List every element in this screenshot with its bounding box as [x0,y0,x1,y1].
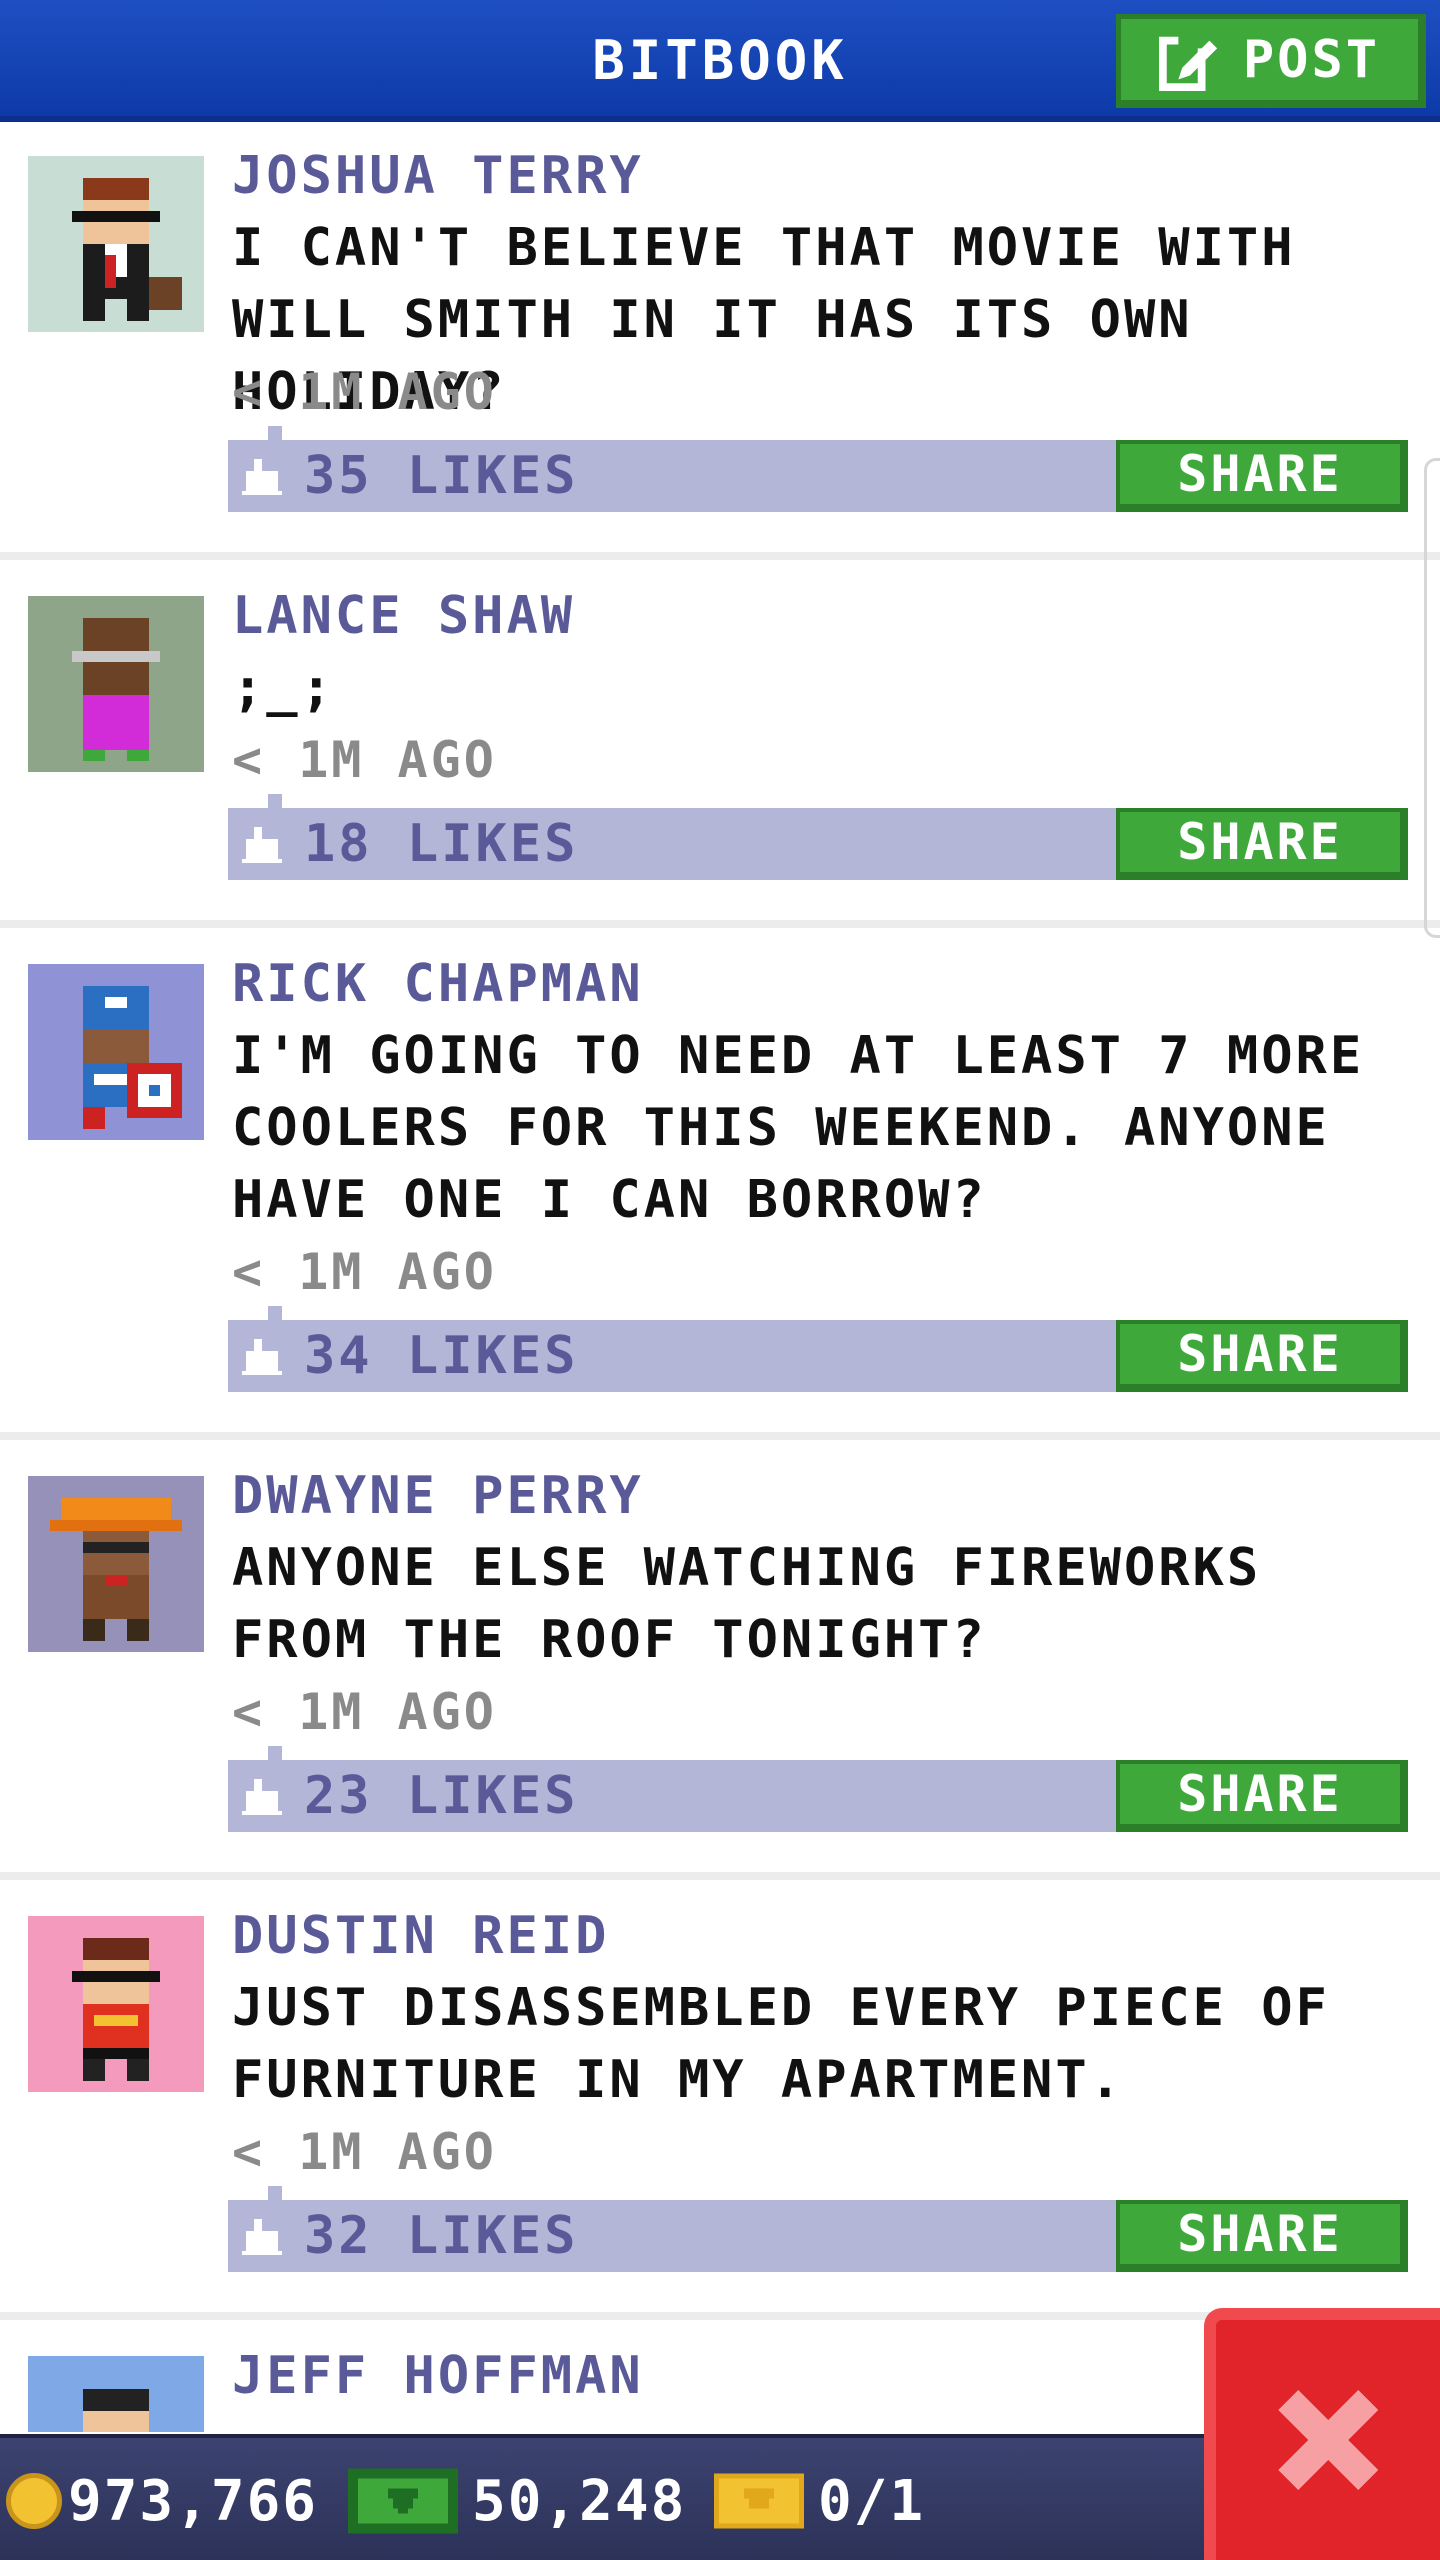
avatar-businessman-icon [28,2356,204,2432]
post-author[interactable]: JEFF HOFFMAN [232,2342,644,2410]
post-time: < 1M AGO [232,2123,497,2181]
like-count: 35 LIKES [304,446,579,506]
like-count: 18 LIKES [304,814,579,874]
share-button[interactable]: SHARE [1116,1320,1408,1392]
feed-post: JOSHUA TERRY I CAN'T BELIEVE THAT MOVIE … [0,128,1440,560]
like-bar: 35 LIKES SHARE [228,426,1408,512]
coin-icon [6,2473,62,2529]
ticket-icon [714,2473,804,2529]
like-count: 34 LIKES [304,1326,579,1386]
avatar-businessman-icon [28,964,204,1140]
post-author[interactable]: LANCE SHAW [232,582,575,650]
post-time: < 1M AGO [232,1243,497,1301]
post-button-label: POST [1242,29,1381,90]
like-bar: 23 LIKES SHARE [228,1746,1408,1832]
like-bar: 32 LIKES SHARE [228,2186,1408,2272]
like-notch [268,1746,282,1760]
tickets-value: 0/1 [818,2468,926,2534]
like-icon[interactable] [242,2218,282,2256]
avatar[interactable] [28,596,204,772]
share-button[interactable]: SHARE [1116,440,1408,512]
bux-value: 50,248 [472,2468,687,2534]
like-icon[interactable] [242,1778,282,1816]
post-author[interactable]: DWAYNE PERRY [232,1462,644,1530]
avatar-businessman-icon [28,1476,204,1652]
post-time: < 1M AGO [232,363,497,421]
edit-icon [1158,32,1217,91]
close-button[interactable] [1204,2308,1440,2560]
app-header: BITBOOK POST [0,0,1440,122]
feed-post: RICK CHAPMAN I'M GOING TO NEED AT LEAST … [0,936,1440,1440]
avatar[interactable] [28,964,204,1140]
close-icon [1278,2390,1378,2490]
share-button[interactable]: SHARE [1116,808,1408,880]
post-time: < 1M AGO [232,731,497,789]
like-icon[interactable] [242,1338,282,1376]
like-notch [268,1306,282,1320]
post-author[interactable]: JOSHUA TERRY [232,142,644,210]
tickets-stat[interactable]: 0/1 [714,2438,925,2560]
like-bar: 18 LIKES SHARE [228,794,1408,880]
avatar[interactable] [28,156,204,332]
like-notch [268,794,282,808]
avatar[interactable] [28,1476,204,1652]
feed-post: LANCE SHAW ;_; < 1M AGO 18 LIKES SHARE [0,568,1440,928]
avatar[interactable] [28,1916,204,2092]
post-message: I'M GOING TO NEED AT LEAST 7 MORE COOLER… [232,1026,1365,1230]
avatar[interactable] [28,2356,204,2432]
bux-icon [348,2468,458,2534]
post-message: ANYONE ELSE WATCHING FIREWORKS FROM THE … [232,1538,1262,1670]
post-message: JUST DISASSEMBLED EVERY PIECE OF FURNITU… [232,1978,1330,2110]
post-time: < 1M AGO [232,1683,497,1741]
like-count: 32 LIKES [304,2206,579,2266]
avatar-businessman-icon [28,596,204,772]
share-button[interactable]: SHARE [1116,2200,1408,2272]
avatar-businessman-icon [28,1916,204,2092]
like-notch [268,426,282,440]
like-icon[interactable] [242,826,282,864]
scrollbar[interactable] [1424,458,1440,938]
avatar-businessman-icon [28,156,204,332]
coins-stat: 973,766 [6,2438,318,2560]
post-message: ;_; [232,658,335,718]
like-bar: 34 LIKES SHARE [228,1306,1408,1392]
bux-stat[interactable]: 50,248 [348,2438,686,2560]
feed-post: DUSTIN REID JUST DISASSEMBLED EVERY PIEC… [0,1888,1440,2320]
feed-post: DWAYNE PERRY ANYONE ELSE WATCHING FIREWO… [0,1448,1440,1880]
feed[interactable]: JOSHUA TERRY I CAN'T BELIEVE THAT MOVIE … [0,128,1440,2432]
post-button[interactable]: POST [1116,14,1426,108]
like-notch [268,2186,282,2200]
like-count: 23 LIKES [304,1766,579,1826]
post-author[interactable]: RICK CHAPMAN [232,950,644,1018]
share-button[interactable]: SHARE [1116,1760,1408,1832]
coins-value: 973,766 [68,2468,319,2534]
like-icon[interactable] [242,458,282,496]
post-author[interactable]: DUSTIN REID [232,1902,609,1970]
